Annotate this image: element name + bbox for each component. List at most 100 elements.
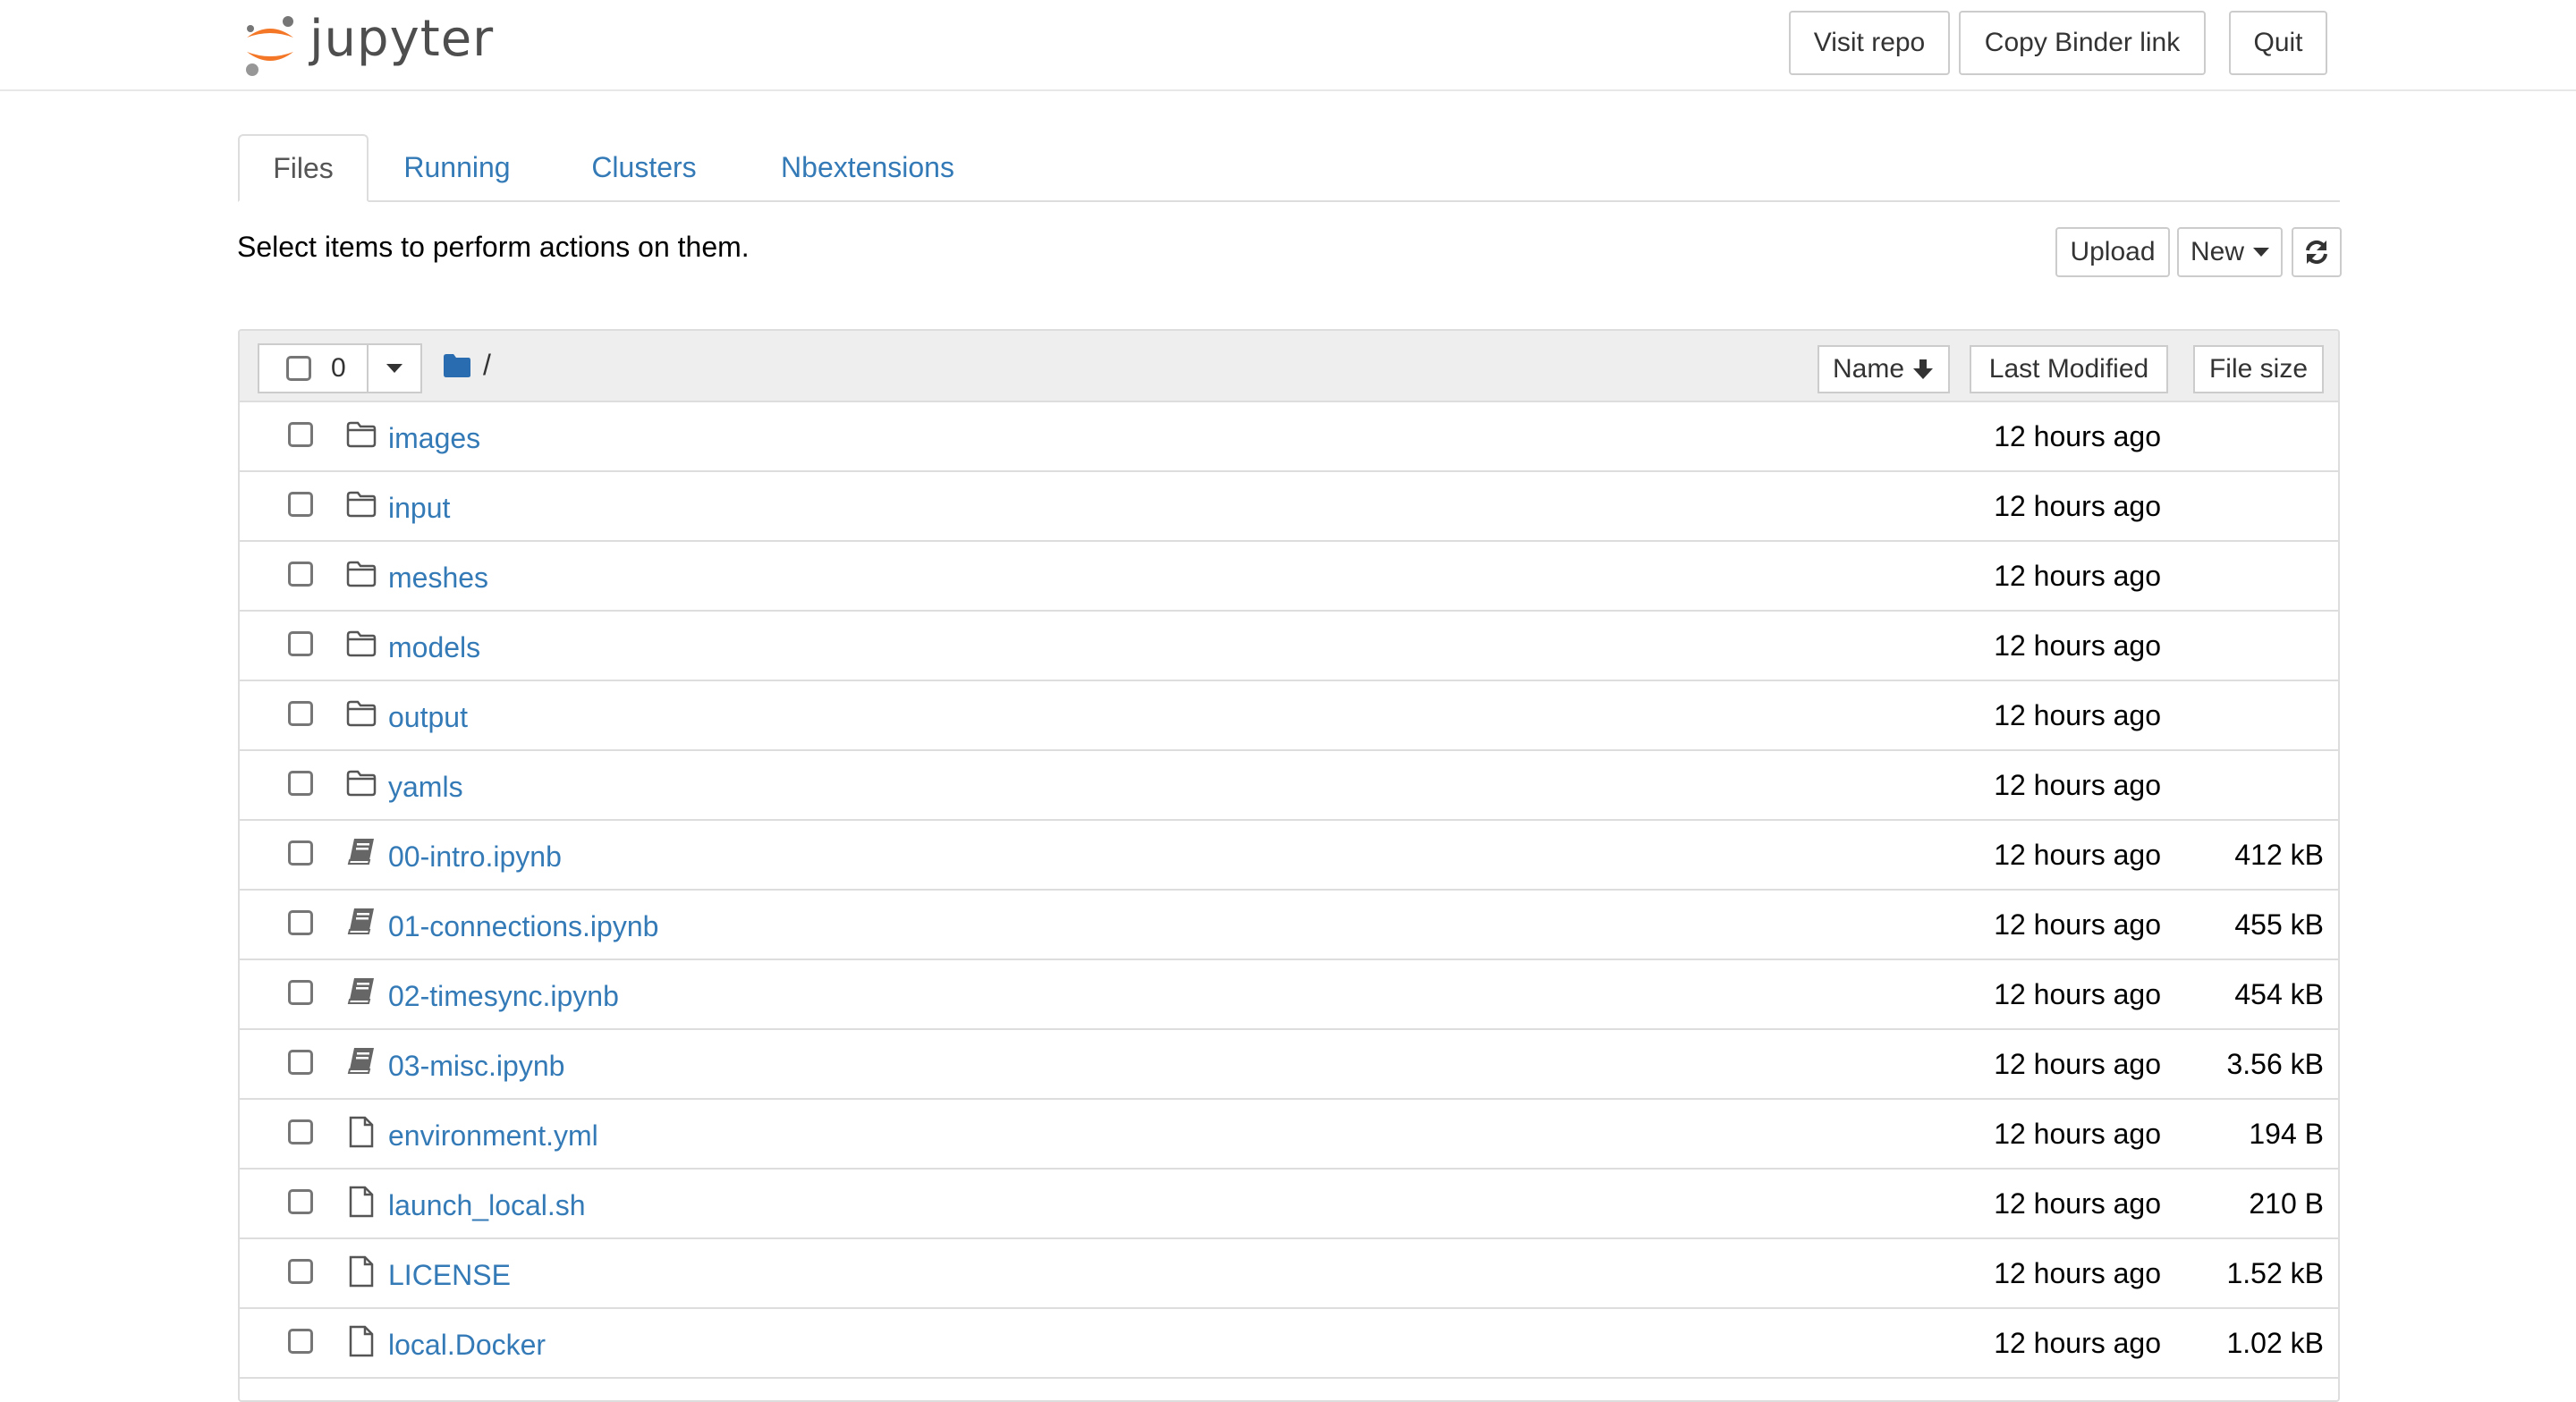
file-name-link[interactable]: 02-timesync.ipynb xyxy=(388,980,619,1013)
copy-binder-link-button[interactable]: Copy Binder link xyxy=(1959,11,2206,75)
file-size: 412 kB xyxy=(2234,839,2324,871)
file-name-link[interactable]: yamls xyxy=(388,771,463,804)
breadcrumb: / xyxy=(442,349,491,382)
last-modified: 12 hours ago xyxy=(1994,1118,2161,1150)
refresh-icon xyxy=(2306,240,2327,265)
row-checkbox[interactable] xyxy=(288,1119,313,1144)
row-checkbox[interactable] xyxy=(288,701,313,726)
row-checkbox[interactable] xyxy=(288,1329,313,1354)
last-modified: 12 hours ago xyxy=(1994,560,2161,592)
file-name-link[interactable]: images xyxy=(388,422,480,455)
sort-name-label: Name xyxy=(1832,354,1905,384)
file-name-link[interactable]: local.Docker xyxy=(388,1329,546,1362)
file-row[interactable]: images 12 hours ago xyxy=(240,402,2338,472)
last-modified: 12 hours ago xyxy=(1994,420,2161,452)
sort-name-button[interactable]: Name xyxy=(1818,345,1950,393)
file-size: 455 kB xyxy=(2234,908,2324,941)
last-modified: 12 hours ago xyxy=(1994,978,2161,1010)
folder-home-icon[interactable] xyxy=(442,353,472,378)
select-all-checkbox[interactable] xyxy=(286,356,311,381)
row-checkbox[interactable] xyxy=(288,1050,313,1075)
select-menu-dropdown[interactable] xyxy=(367,343,422,393)
last-modified: 12 hours ago xyxy=(1994,1257,2161,1289)
folder-icon xyxy=(345,558,377,590)
file-row[interactable]: output 12 hours ago xyxy=(240,681,2338,751)
row-checkbox[interactable] xyxy=(288,492,313,517)
quit-button[interactable]: Quit xyxy=(2229,11,2327,75)
notebook-icon xyxy=(345,907,377,939)
file-row[interactable]: environment.yml 12 hours ago 194 B xyxy=(240,1100,2338,1170)
folder-icon xyxy=(345,697,377,730)
last-modified: 12 hours ago xyxy=(1994,1048,2161,1080)
last-modified: 12 hours ago xyxy=(1994,769,2161,801)
row-checkbox[interactable] xyxy=(288,562,313,587)
tab-clusters[interactable]: Clusters xyxy=(581,134,707,200)
jupyter-logo[interactable]: jupyter xyxy=(243,11,494,79)
file-size: 454 kB xyxy=(2234,978,2324,1010)
file-name-link[interactable]: launch_local.sh xyxy=(388,1189,586,1222)
tab-bar: Files Running Clusters Nbextensions xyxy=(238,134,2340,202)
file-size: 3.56 kB xyxy=(2226,1048,2324,1080)
logo-text: jupyter xyxy=(309,10,495,68)
file-name-link[interactable]: LICENSE xyxy=(388,1259,511,1292)
last-modified: 12 hours ago xyxy=(1994,699,2161,731)
folder-icon xyxy=(345,418,377,451)
notebook-icon xyxy=(345,1046,377,1078)
row-checkbox[interactable] xyxy=(288,771,313,796)
file-row[interactable]: 00-intro.ipynb 12 hours ago 412 kB xyxy=(240,821,2338,891)
row-checkbox[interactable] xyxy=(288,910,313,935)
file-icon xyxy=(345,1255,377,1288)
file-name-link[interactable]: models xyxy=(388,631,480,664)
notebook-icon xyxy=(345,976,377,1009)
tab-running[interactable]: Running xyxy=(390,134,524,200)
visit-repo-button[interactable]: Visit repo xyxy=(1789,11,1950,75)
row-checkbox[interactable] xyxy=(288,980,313,1005)
last-modified: 12 hours ago xyxy=(1994,839,2161,871)
file-row[interactable]: input 12 hours ago xyxy=(240,472,2338,542)
selection-hint: Select items to perform actions on them. xyxy=(237,231,750,263)
caret-down-icon xyxy=(386,364,402,373)
file-row[interactable]: 02-timesync.ipynb 12 hours ago 454 kB xyxy=(240,960,2338,1030)
upload-button[interactable]: Upload xyxy=(2055,227,2170,277)
header-bar: jupyter Visit repo Copy Binder link Quit xyxy=(0,0,2576,91)
tab-nbextensions[interactable]: Nbextensions xyxy=(769,134,966,200)
refresh-button[interactable] xyxy=(2292,227,2342,277)
tab-files[interactable]: Files xyxy=(238,134,369,202)
row-checkbox[interactable] xyxy=(288,631,313,656)
file-row[interactable]: 01-connections.ipynb 12 hours ago 455 kB xyxy=(240,891,2338,960)
notebook-icon xyxy=(345,837,377,869)
caret-down-icon xyxy=(2253,248,2269,257)
row-checkbox[interactable] xyxy=(288,1189,313,1214)
row-checkbox[interactable] xyxy=(288,422,313,447)
select-all-group: 0 xyxy=(258,343,369,393)
file-row[interactable]: models 12 hours ago xyxy=(240,612,2338,681)
file-name-link[interactable]: 03-misc.ipynb xyxy=(388,1050,564,1083)
file-name-link[interactable]: input xyxy=(388,492,450,525)
jupyter-logo-icon xyxy=(246,16,293,76)
last-modified: 12 hours ago xyxy=(1994,629,2161,662)
file-name-link[interactable]: 00-intro.ipynb xyxy=(388,840,562,874)
file-size: 1.02 kB xyxy=(2226,1327,2324,1359)
file-row[interactable]: meshes 12 hours ago xyxy=(240,542,2338,612)
sort-file-size-button[interactable]: File size xyxy=(2193,345,2324,393)
file-row[interactable]: yamls 12 hours ago xyxy=(240,751,2338,821)
last-modified: 12 hours ago xyxy=(1994,490,2161,522)
file-name-link[interactable]: environment.yml xyxy=(388,1119,598,1153)
file-name-link[interactable]: output xyxy=(388,701,468,734)
row-checkbox[interactable] xyxy=(288,1259,313,1284)
file-name-link[interactable]: 01-connections.ipynb xyxy=(388,910,658,943)
file-icon xyxy=(345,1116,377,1148)
file-list: 0 / Name Last Modified File size images 1… xyxy=(238,329,2340,1402)
folder-icon xyxy=(345,488,377,520)
row-checkbox[interactable] xyxy=(288,840,313,866)
file-row[interactable]: local.Docker 12 hours ago 1.02 kB xyxy=(240,1309,2338,1379)
new-dropdown-button[interactable]: New xyxy=(2177,227,2283,277)
file-row[interactable]: launch_local.sh 12 hours ago 210 B xyxy=(240,1170,2338,1239)
file-row[interactable]: LICENSE 12 hours ago 1.52 kB xyxy=(240,1239,2338,1309)
sort-last-modified-button[interactable]: Last Modified xyxy=(1970,345,2168,393)
file-name-link[interactable]: meshes xyxy=(388,562,488,595)
last-modified: 12 hours ago xyxy=(1994,1187,2161,1220)
last-modified: 12 hours ago xyxy=(1994,1327,2161,1359)
file-row[interactable]: 03-misc.ipynb 12 hours ago 3.56 kB xyxy=(240,1030,2338,1100)
breadcrumb-path[interactable]: / xyxy=(483,349,491,382)
